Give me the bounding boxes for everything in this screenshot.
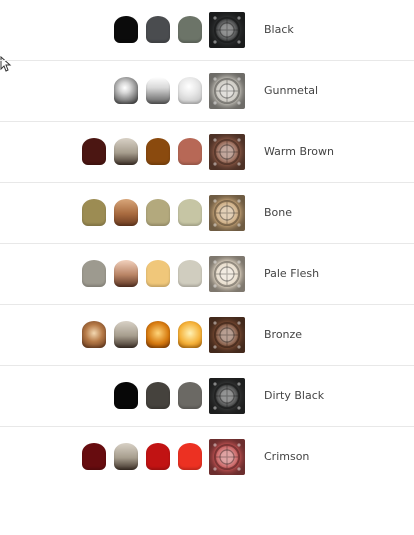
colour-sample-tile [209,73,245,109]
paint-pot-icon[interactable] [114,382,138,409]
colour-row[interactable]: Dirty Black [0,366,414,427]
paint-pot-icon[interactable] [146,16,170,43]
paint-pot-icon[interactable] [178,199,202,226]
paint-pot-group [80,122,202,182]
colour-name-label: Bronze [264,328,303,341]
armour-tile-icon [209,195,245,231]
colour-sample-tile [209,317,245,353]
paint-pot-icon[interactable] [146,138,170,165]
paint-pot-icon[interactable] [178,443,202,470]
colour-sample-tile [209,195,245,231]
colour-name-label: Dirty Black [264,389,325,402]
colour-row[interactable]: Black [0,0,414,61]
paint-pot-icon[interactable] [114,138,138,165]
colour-row[interactable]: Pale Flesh [0,244,414,305]
armour-tile-icon [209,439,245,475]
paint-pot-icon[interactable] [114,260,138,287]
colour-name-label: Black [264,23,294,36]
paint-pot-icon[interactable] [146,260,170,287]
paint-pot-icon[interactable] [146,199,170,226]
colour-name-label: Pale Flesh [264,267,320,280]
colour-name-label: Warm Brown [264,145,334,158]
colour-sample-tile [209,439,245,475]
paint-pot-icon[interactable] [178,138,202,165]
colour-sample-tile [209,378,245,414]
paint-pot-icon[interactable] [82,321,106,348]
paint-pot-icon[interactable] [146,321,170,348]
paint-pot-icon[interactable] [114,199,138,226]
paint-pot-icon[interactable] [82,199,106,226]
paint-pot-icon[interactable] [146,382,170,409]
paint-pot-icon[interactable] [82,260,106,287]
colour-row[interactable]: Gunmetal [0,61,414,122]
paint-pot-icon[interactable] [178,260,202,287]
colour-row[interactable]: Bronze [0,305,414,366]
armour-tile-icon [209,12,245,48]
colour-row[interactable]: Bone [0,183,414,244]
armour-tile-icon [209,256,245,292]
paint-pot-icon[interactable] [178,77,202,104]
armour-tile-icon [209,134,245,170]
paint-pot-icon[interactable] [114,77,138,104]
paint-pot-icon[interactable] [146,77,170,104]
paint-pot-group [80,427,202,487]
colour-sample-tile [209,256,245,292]
colour-row[interactable]: Crimson [0,427,414,488]
colour-name-label: Crimson [264,450,310,463]
colour-sample-tile [209,12,245,48]
colour-name-label: Bone [264,206,293,219]
colour-name-label: Gunmetal [264,84,319,97]
paint-pot-icon[interactable] [178,382,202,409]
paint-pot-group [80,61,202,121]
paint-pot-group [80,0,202,60]
colour-sample-tile [209,134,245,170]
paint-pot-group [80,183,202,243]
paint-pot-group [80,305,202,365]
paint-pot-group [80,244,202,304]
paint-pot-group [80,366,202,426]
paint-pot-icon[interactable] [178,16,202,43]
paint-pot-icon[interactable] [178,321,202,348]
paint-pot-icon[interactable] [146,443,170,470]
colour-row[interactable]: Warm Brown [0,122,414,183]
armour-tile-icon [209,317,245,353]
paint-pot-icon[interactable] [114,16,138,43]
paint-pot-icon[interactable] [114,321,138,348]
paint-pot-icon[interactable] [82,443,106,470]
paint-pot-icon[interactable] [114,443,138,470]
paint-pot-icon[interactable] [82,138,106,165]
armour-tile-icon [209,378,245,414]
colour-matcher-list: Black Gunmetal Warm Brown Bone Pale Fles… [0,0,414,535]
armour-tile-icon [209,73,245,109]
